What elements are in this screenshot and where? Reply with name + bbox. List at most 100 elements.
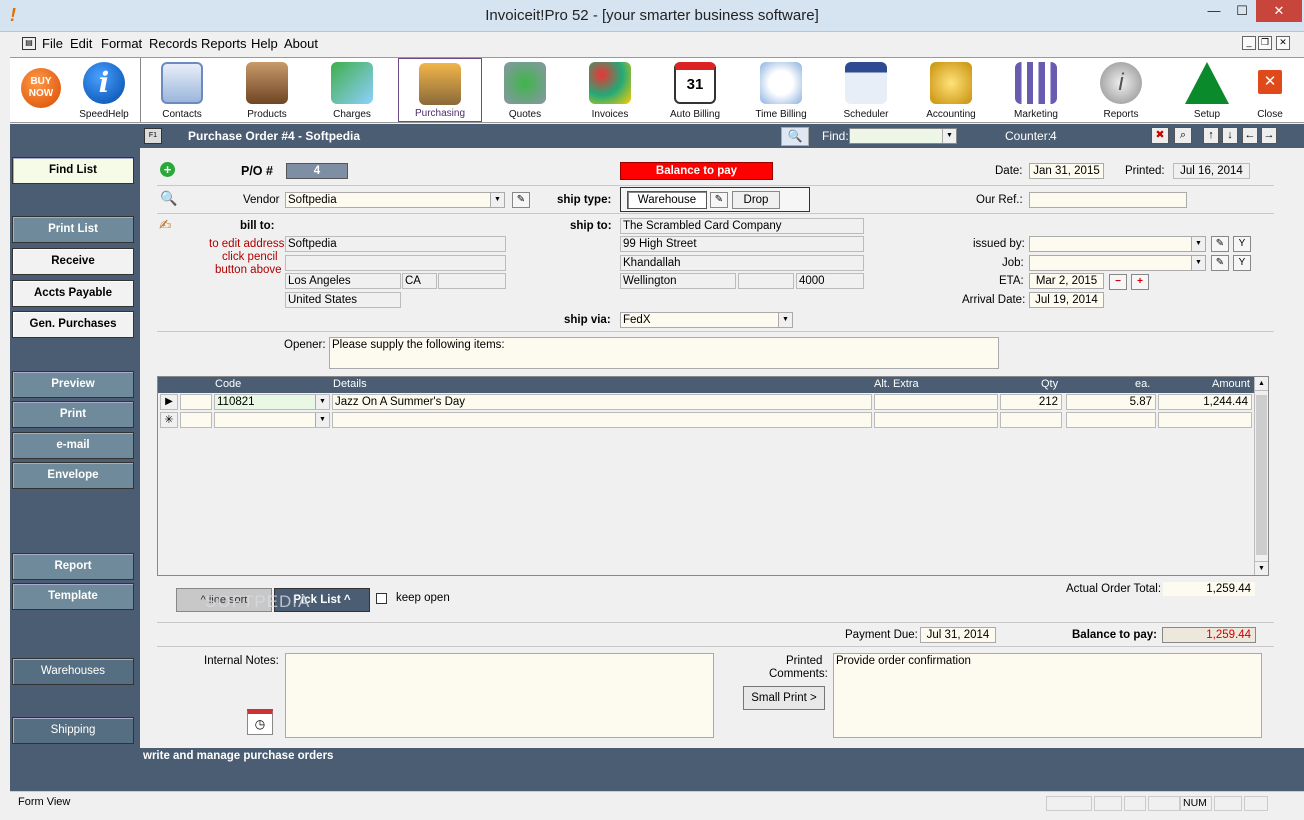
new-alt-extra-cell[interactable] (874, 412, 998, 428)
menu-help[interactable]: Help (251, 36, 278, 51)
bill-to-name[interactable]: Softpedia (285, 236, 506, 252)
sidebar-template[interactable]: Template (12, 583, 134, 610)
bill-to-city[interactable]: Los Angeles (285, 273, 401, 289)
contact-edit-icon[interactable]: ✍ (159, 216, 179, 236)
col-details[interactable]: Details (333, 378, 367, 390)
payment-due-field[interactable]: Jul 31, 2014 (920, 627, 996, 643)
scroll-up-arrow[interactable]: ▲ (1255, 377, 1268, 391)
system-menu-icon[interactable]: ▤ (22, 37, 36, 50)
row-selector-icon[interactable]: ▶ (160, 394, 178, 410)
toolbar-scheduler[interactable]: Scheduler (826, 58, 906, 122)
mdi-minimize-button[interactable]: _ (1242, 36, 1256, 50)
bill-to-state[interactable]: CA (402, 273, 437, 289)
toolbar-auto-billing[interactable]: 31 Auto Billing (655, 58, 735, 122)
eta-increase-button[interactable]: + (1131, 274, 1149, 290)
toolbar-accounting[interactable]: Accounting (911, 58, 991, 122)
binoculars-icon[interactable]: ⌕ (1174, 127, 1192, 144)
find-combo[interactable]: ▼ (849, 128, 957, 144)
ship-to-zip[interactable]: 4000 (796, 273, 864, 289)
toolbar-products[interactable]: Products (227, 58, 307, 122)
ship-to-street[interactable]: 99 High Street (620, 236, 864, 252)
alt-extra-cell[interactable] (874, 394, 998, 410)
new-row-asterisk-icon[interactable]: ✳ (160, 412, 178, 428)
opener-field[interactable]: Please supply the following items: (329, 337, 999, 369)
toolbar-invoices[interactable]: Invoices (570, 58, 650, 122)
menu-reports[interactable]: Reports (201, 36, 247, 51)
menu-format[interactable]: Format (101, 36, 142, 51)
vendor-combo[interactable]: Softpedia ▼ (285, 192, 505, 208)
ship-type-drop[interactable]: Drop (732, 191, 780, 209)
toolbar-marketing[interactable]: Marketing (996, 58, 1076, 122)
job-combo[interactable]: ▼ (1029, 255, 1206, 271)
ship-type-warehouse[interactable]: Warehouse (627, 191, 707, 209)
sidebar-find-list[interactable]: Find List (12, 157, 134, 184)
issued-by-edit-pencil-icon[interactable]: ✎ (1211, 236, 1229, 252)
bill-to-line-2[interactable] (285, 255, 506, 271)
po-number[interactable]: 4 (286, 163, 348, 179)
date-field[interactable]: Jan 31, 2015 (1029, 163, 1104, 179)
code-combo[interactable]: 110821 ▼ (214, 394, 330, 410)
col-code[interactable]: Code (215, 378, 241, 390)
grid-scrollbar[interactable]: ▲ ▼ (1254, 377, 1268, 575)
toolbar-time-billing[interactable]: Time Billing (741, 58, 821, 122)
qty-cell[interactable]: 212 (1000, 394, 1062, 410)
ship-via-combo[interactable]: FedX ▼ (620, 312, 793, 328)
mdi-restore-button[interactable]: ❐ (1258, 36, 1272, 50)
our-ref-field[interactable] (1029, 192, 1187, 208)
menu-edit[interactable]: Edit (70, 36, 92, 51)
last-record-down-icon[interactable]: ↓ (1222, 127, 1238, 144)
sidebar-print-list[interactable]: Print List (12, 216, 134, 243)
close-button[interactable]: ✕ (1256, 0, 1302, 22)
col-alt-extra[interactable]: Alt. Extra (874, 378, 919, 390)
sidebar-shipping[interactable]: Shipping (12, 717, 134, 744)
eta-decrease-button[interactable]: − (1109, 274, 1127, 290)
issued-by-filter-icon[interactable]: Y (1233, 236, 1251, 252)
vendor-dropdown-arrow[interactable]: ▼ (490, 193, 504, 207)
next-record-icon[interactable]: → (1261, 127, 1277, 144)
scroll-down-arrow[interactable]: ▼ (1255, 561, 1268, 575)
toolbar-close[interactable]: ✕ Close (1246, 58, 1294, 122)
add-record-icon[interactable]: + (160, 162, 175, 177)
mdi-close-button[interactable]: ✕ (1276, 36, 1290, 50)
toolbar-purchasing[interactable]: Purchasing (398, 58, 482, 122)
job-filter-icon[interactable]: Y (1233, 255, 1251, 271)
scroll-thumb[interactable] (1256, 395, 1267, 555)
menu-about[interactable]: About (284, 36, 318, 51)
sidebar-report[interactable]: Report (12, 553, 134, 580)
find-dropdown-arrow[interactable]: ▼ (942, 129, 956, 143)
job-edit-pencil-icon[interactable]: ✎ (1211, 255, 1229, 271)
menu-file[interactable]: File (42, 36, 63, 51)
sidebar-warehouses[interactable]: Warehouses (12, 658, 134, 685)
code-dropdown-arrow[interactable]: ▼ (315, 395, 329, 409)
printed-comments-field[interactable]: Provide order confirmation (833, 653, 1262, 738)
new-ea-cell[interactable] (1066, 412, 1156, 428)
calendar-clock-icon[interactable]: ◷ (247, 709, 273, 735)
sidebar-preview[interactable]: Preview (12, 371, 134, 398)
small-print-button[interactable]: Small Print > (743, 686, 825, 710)
arrival-date-field[interactable]: Jul 19, 2014 (1029, 292, 1104, 308)
speedhelp-button[interactable]: i SpeedHelp (68, 58, 140, 122)
menu-records[interactable]: Records (149, 36, 197, 51)
sidebar-print[interactable]: Print (12, 401, 134, 428)
sidebar-email[interactable]: e-mail (12, 432, 134, 459)
ship-to-suburb[interactable]: Khandallah (620, 255, 864, 271)
toolbar-reports[interactable]: i Reports (1081, 58, 1161, 122)
sidebar-receive[interactable]: Receive (12, 248, 134, 275)
ship-to-city[interactable]: Wellington (620, 273, 736, 289)
toolbar-charges[interactable]: Charges (312, 58, 392, 122)
details-cell[interactable]: Jazz On A Summer's Day (332, 394, 872, 410)
ea-cell[interactable]: 5.87 (1066, 394, 1156, 410)
bill-to-zip[interactable] (438, 273, 506, 289)
toolbar-setup[interactable]: Setup (1167, 58, 1247, 122)
ship-via-dropdown-arrow[interactable]: ▼ (778, 313, 792, 327)
vendor-edit-pencil-icon[interactable]: ✎ (512, 192, 530, 208)
vendor-search-icon[interactable]: 🔍 (160, 190, 177, 206)
issued-by-dropdown-arrow[interactable]: ▼ (1191, 237, 1205, 251)
col-qty[interactable]: Qty (1041, 378, 1058, 390)
ship-to-state[interactable] (738, 273, 794, 289)
ship-type-edit-pencil-icon[interactable]: ✎ (710, 192, 728, 208)
internal-notes-field[interactable] (285, 653, 714, 738)
delete-record-icon[interactable]: ✖ (1151, 127, 1169, 144)
new-details-cell[interactable] (332, 412, 872, 428)
row-blank-cell[interactable] (180, 394, 212, 410)
